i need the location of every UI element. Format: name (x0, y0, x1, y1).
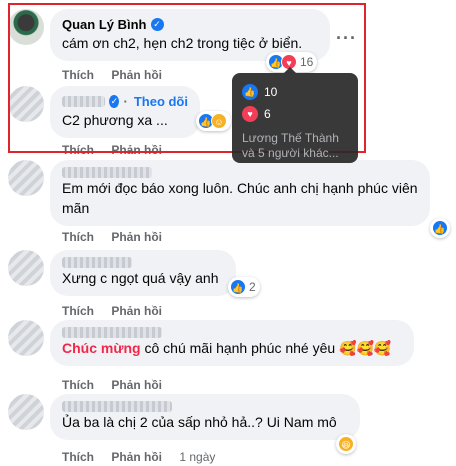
reaction-summary[interactable]: 👍 2 (228, 277, 260, 297)
comment-actions: Thích Phản hồi (62, 230, 176, 244)
like-icon: 👍 (242, 84, 258, 100)
reaction-count: 2 (249, 280, 256, 294)
like-button[interactable]: Thích (62, 304, 94, 318)
avatar[interactable] (8, 320, 44, 356)
comment-text: Xưng c ngọt quá vậy anh (62, 270, 219, 286)
comment-author[interactable] (62, 257, 132, 268)
love-count: 6 (264, 107, 271, 121)
comment-author[interactable] (62, 401, 172, 412)
avatar[interactable] (8, 9, 44, 45)
comment-actions: Thích Phản hồi (62, 378, 176, 392)
like-count: 10 (264, 85, 278, 99)
comment-bubble: Chúc mừng cô chú mãi hạnh phúc nhé yêu 🥰… (50, 320, 414, 366)
follow-link[interactable]: Theo dõi (134, 93, 188, 110)
comment-text: Ủa ba là chị 2 của sấp nhỏ hả..? Ui Nam … (62, 414, 337, 430)
reaction-summary[interactable]: 😆 (336, 434, 356, 454)
comment-actions: Thích Phản hồi (62, 304, 176, 318)
comment-bubble: ✓ · Theo dõi C2 phương xa ... (50, 86, 200, 138)
comment-author[interactable] (62, 167, 152, 178)
more-options-icon[interactable]: ··· (336, 28, 357, 49)
avatar[interactable] (8, 160, 44, 196)
comment-actions: Thích Phản hồi 1 ngày (62, 450, 215, 464)
tooltip-like-row: 👍 10 (242, 81, 348, 103)
like-button[interactable]: Thích (62, 230, 94, 244)
comment-bubble: Ủa ba là chị 2 của sấp nhỏ hả..? Ui Nam … (50, 394, 360, 440)
tooltip-love-row: ♥ 6 (242, 103, 348, 125)
reaction-summary[interactable]: 👍 ☺ (196, 111, 231, 131)
reply-button[interactable]: Phản hồi (111, 450, 162, 464)
reply-button[interactable]: Phản hồi (111, 304, 162, 318)
like-button[interactable]: Thích (62, 450, 94, 464)
comment-bubble: Em mới đọc báo xong luôn. Chúc anh chị h… (50, 160, 430, 226)
like-icon: 👍 (230, 279, 246, 295)
reactors-list: Lương Thế Thành và 5 người khác... (242, 131, 339, 160)
comment-text: cám ơn ch2, hẹn ch2 trong tiệc ở biển. (62, 35, 303, 51)
verified-badge-icon: ✓ (109, 95, 120, 108)
reply-button[interactable]: Phản hồi (111, 143, 162, 157)
like-icon: 👍 (432, 220, 448, 236)
comment-actions: Thích Phản hồi (62, 68, 176, 82)
highlighted-text: Chúc mừng (62, 340, 141, 356)
comment-text: Chúc mừng cô chú mãi hạnh phúc nhé yêu 🥰… (62, 340, 392, 356)
reply-button[interactable]: Phản hồi (111, 230, 162, 244)
comment-text: C2 phương xa ... (62, 112, 168, 128)
care-icon: ☺ (211, 113, 227, 129)
comment-author[interactable] (62, 327, 162, 338)
comment-author[interactable] (62, 96, 106, 107)
like-button[interactable]: Thích (62, 143, 94, 157)
avatar[interactable] (8, 250, 44, 286)
comment-author[interactable]: Quan Lý Bình (62, 16, 147, 33)
comment-time[interactable]: 1 ngày (179, 450, 215, 464)
avatar[interactable] (8, 86, 44, 122)
avatar[interactable] (8, 394, 44, 430)
love-icon: ♥ (242, 106, 258, 122)
reply-button[interactable]: Phản hồi (111, 378, 162, 392)
comment-text: Em mới đọc báo xong luôn. Chúc anh chị h… (62, 180, 418, 216)
reactions-tooltip: 👍 10 ♥ 6 Lương Thế Thành và 5 người khác… (232, 67, 358, 163)
haha-icon: 😆 (338, 436, 354, 452)
reaction-summary[interactable]: 👍 (430, 218, 450, 238)
like-button[interactable]: Thích (62, 68, 94, 82)
reply-button[interactable]: Phản hồi (111, 68, 162, 82)
reaction-count: 16 (300, 55, 314, 69)
verified-badge-icon: ✓ (150, 18, 164, 31)
comment-bubble: Xưng c ngọt quá vậy anh (50, 250, 236, 296)
like-button[interactable]: Thích (62, 378, 94, 392)
comment-actions: Thích Phản hồi (62, 143, 176, 157)
